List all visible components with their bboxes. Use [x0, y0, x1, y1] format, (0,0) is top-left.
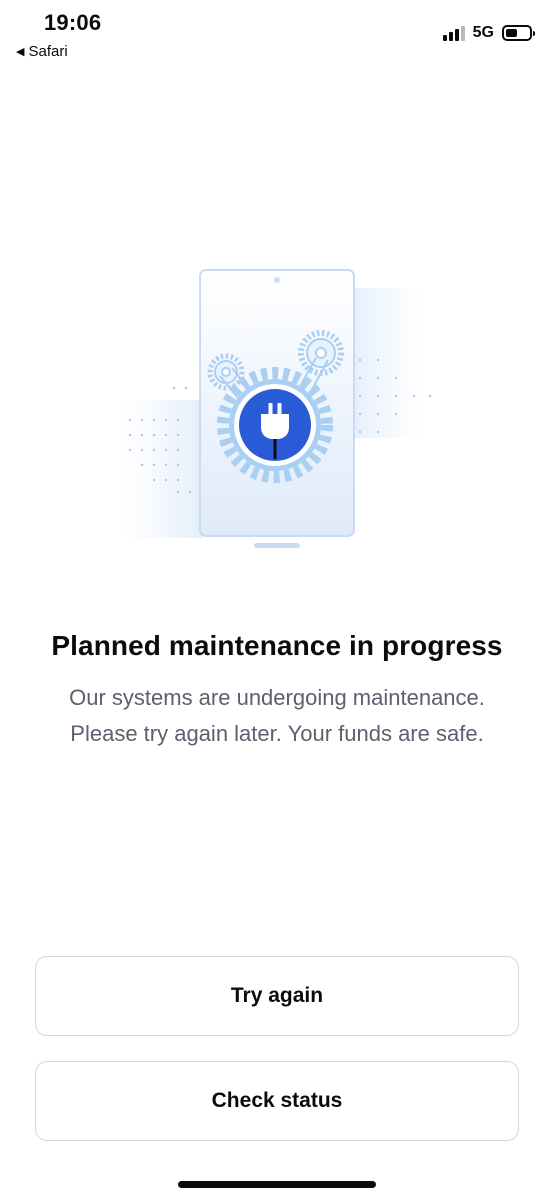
maintenance-illustration	[120, 269, 432, 548]
message-line: Our systems are undergoing maintenance.	[69, 685, 485, 710]
message-line: Please try again later. Your funds are s…	[70, 721, 484, 746]
cellular-signal-icon	[442, 25, 465, 41]
back-app-label: Safari	[28, 43, 68, 60]
network-type: 5G	[472, 24, 494, 41]
status-time: 19:06	[44, 10, 102, 35]
try-again-button[interactable]: Try again	[35, 956, 519, 1036]
check-status-button[interactable]: Check status	[35, 1061, 519, 1141]
back-triangle-icon: ◀	[16, 46, 25, 58]
page-title: Planned maintenance in progress	[51, 630, 503, 661]
status-indicators: 5G	[442, 24, 535, 42]
battery-icon	[502, 25, 535, 41]
status-bar: 19:06 ◀ Safari 5G	[0, 0, 554, 70]
home-indicator[interactable]	[178, 1181, 376, 1188]
back-to-safari-link[interactable]: ◀ Safari	[16, 43, 68, 60]
maintenance-message: Our systems are undergoing maintenance. …	[30, 680, 524, 752]
